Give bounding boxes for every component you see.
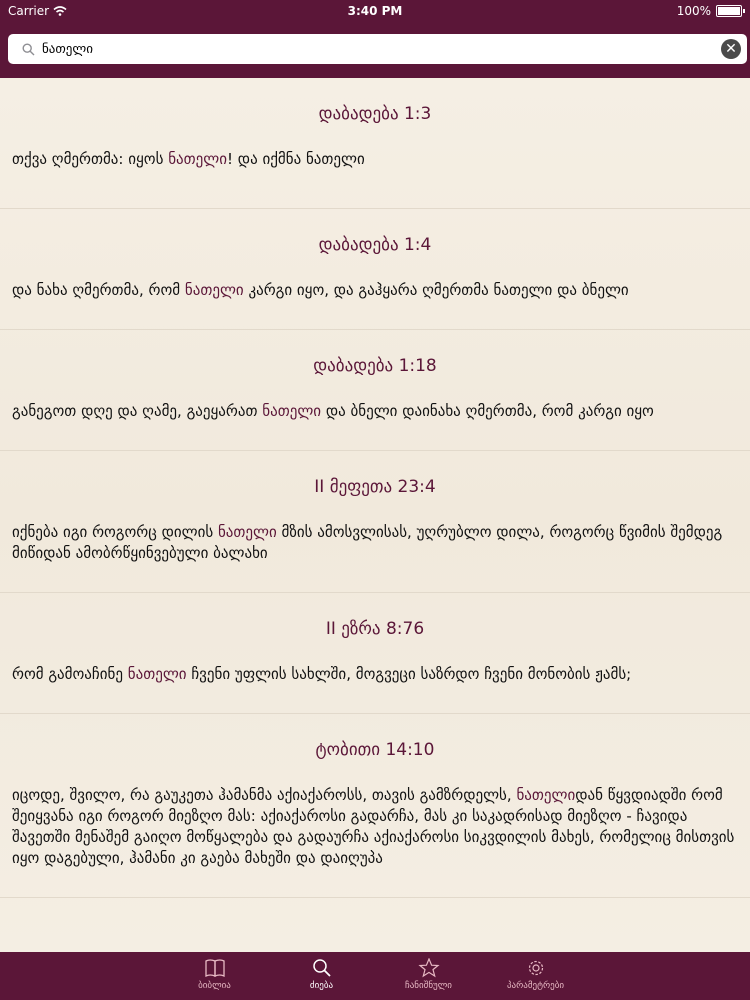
search-input[interactable] xyxy=(40,35,721,63)
verse-segment: კარგი იყო, და გაჰყარა ღმერთმა ნათელი და … xyxy=(243,281,629,299)
search-match: ნათელი xyxy=(516,786,576,804)
tab-star[interactable]: ჩანიშნული xyxy=(375,952,482,1000)
verse-text: განეგოთ დღე და ღამე, გაეყარათ ნათელი და … xyxy=(0,389,750,450)
verse-segment: და ბნელი დაინახა ღმერთმა, რომ კარგი იყო xyxy=(321,402,654,420)
result-item[interactable]: დაბადება 1:3 თქვა ღმერთმა: იყოს ნათელი! დ… xyxy=(0,78,750,209)
verse-reference: დაბადება 1:18 xyxy=(313,356,437,376)
verse-segment: ! და იქმნა ნათელი xyxy=(227,150,365,168)
search-match: ნათელი xyxy=(184,281,244,299)
result-item[interactable]: ტობითი 14:10 იცოდე, შვილო, რა გაუკეთა ჰა… xyxy=(0,714,750,898)
search-icon xyxy=(311,958,333,981)
verse-segment: განეგოთ დღე და ღამე, გაეყარათ xyxy=(12,402,263,420)
search-match: ნათელი xyxy=(168,150,228,168)
tab-label: ჩანიშნული xyxy=(405,981,452,991)
search-match: ნათელი xyxy=(217,523,277,541)
search-icon xyxy=(16,42,40,56)
verse-segment: თქვა ღმერთმა: იყოს xyxy=(12,150,169,168)
battery-icon xyxy=(716,5,745,17)
battery-percent: 100% xyxy=(676,4,711,18)
verse-text: იქნება იგი როგორც დილის ნათელი მზის ამოს… xyxy=(0,510,750,592)
search-match: ნათელი xyxy=(262,402,322,420)
search-bar[interactable]: ✕ xyxy=(8,34,747,64)
result-item[interactable]: II მეფეთა 23:4 იქნება იგი როგორც დილის ნა… xyxy=(0,451,750,593)
result-item[interactable]: დაბადება 1:4 და ნახა ღმერთმა, რომ ნათელი … xyxy=(0,209,750,330)
verse-reference: ტობითი 14:10 xyxy=(315,740,435,760)
verse-text: რომ გამოაჩინე ნათელი ჩვენი უფლის სახლში,… xyxy=(0,652,750,713)
verse-segment: ჩვენი უფლის სახლში, მოგვეცი საზრდო ჩვენი… xyxy=(186,665,632,683)
top-bar: Carrier 3:40 PM 100% ✕ xyxy=(0,0,750,78)
verse-reference: დაბადება 1:4 xyxy=(318,235,432,255)
clock: 3:40 PM xyxy=(347,4,403,18)
verse-segment: იცოდე, შვილო, რა გაუკეთა ჰამანმა აქიაქარ… xyxy=(12,786,517,804)
verse-segment: და ნახა ღმერთმა, რომ xyxy=(12,281,185,299)
clear-search-icon[interactable]: ✕ xyxy=(721,39,741,59)
tab-search[interactable]: ძიება xyxy=(268,952,375,1000)
status-bar: Carrier 3:40 PM 100% xyxy=(0,0,750,24)
search-results-list[interactable]: დაბადება 1:3 თქვა ღმერთმა: იყოს ნათელი! დ… xyxy=(0,78,750,952)
result-item[interactable]: დაბადება 1:18 განეგოთ დღე და ღამე, გაეყა… xyxy=(0,330,750,451)
tab-book[interactable]: ბიბლია xyxy=(161,952,268,1000)
verse-text: იცოდე, შვილო, რა გაუკეთა ჰამანმა აქიაქარ… xyxy=(0,773,750,897)
verse-segment: რომ გამოაჩინე xyxy=(12,665,128,683)
verse-segment: იქნება იგი როგორც დილის xyxy=(12,523,218,541)
tab-label: ბიბლია xyxy=(198,981,231,991)
star-icon xyxy=(417,958,440,981)
verse-reference: დაბადება 1:3 xyxy=(318,104,432,124)
tab-bar: ბიბლია ძიება ჩანიშნული პარამეტრები xyxy=(0,952,750,1000)
search-match: ნათელი xyxy=(127,665,187,683)
verse-text: თქვა ღმერთმა: იყოს ნათელი! და იქმნა ნათე… xyxy=(0,137,750,208)
verse-text: და ნახა ღმერთმა, რომ ნათელი კარგი იყო, დ… xyxy=(0,268,750,329)
tab-gear[interactable]: პარამეტრები xyxy=(482,952,589,1000)
tab-label: ძიება xyxy=(309,981,334,991)
gear-icon xyxy=(525,958,547,981)
verse-reference: II მეფეთა 23:4 xyxy=(314,477,436,497)
battery-indicator: 100% xyxy=(676,4,745,18)
verse-reference: II ეზრა 8:76 xyxy=(325,619,425,639)
result-item[interactable]: II ეზრა 8:76 რომ გამოაჩინე ნათელი ჩვენი … xyxy=(0,593,750,714)
book-icon xyxy=(204,958,226,981)
tab-label: პარამეტრები xyxy=(506,981,565,991)
